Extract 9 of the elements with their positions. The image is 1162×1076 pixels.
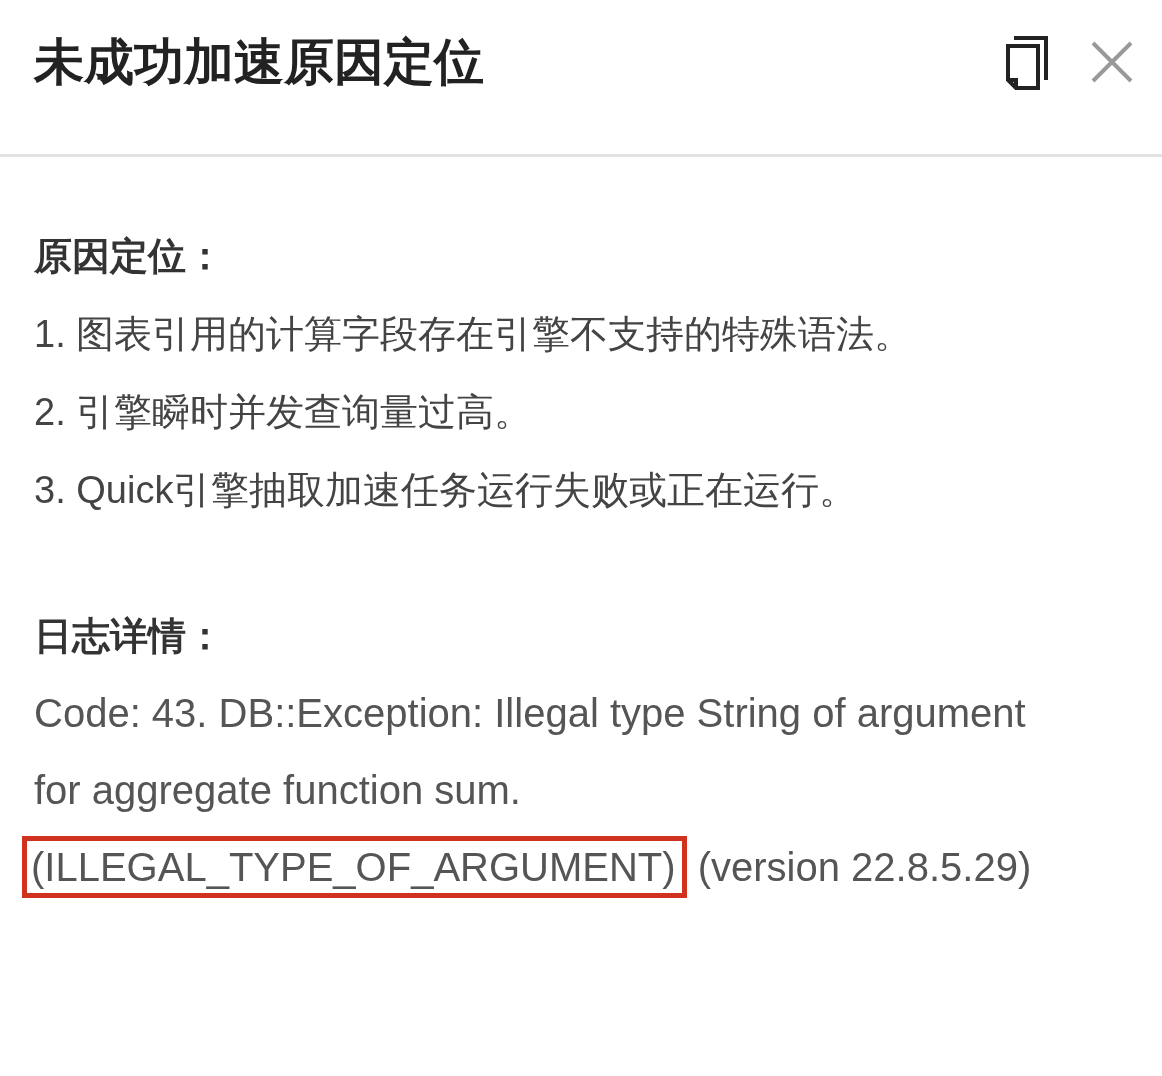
cause-item: 3. Quick引擎抽取加速任务运行失败或正在运行。: [34, 468, 859, 513]
cause-item: 2. 引擎瞬时并发查询量过高。: [34, 390, 534, 435]
highlighted-text: (ILLEGAL_TYPE_OF_ARGUMENT): [22, 836, 687, 898]
section-heading: 日志详情：: [34, 614, 225, 659]
section-heading: 原因定位：: [34, 234, 225, 279]
cause-item: 1. 图表引用的计算字段存在引擎不支持的特殊语法。: [34, 312, 914, 357]
log-text: Code: 43. DB::Exception: Illegal type String of argument for aggregate function sum.: [34, 691, 1026, 812]
log-text: (version 22.8.5.29): [697, 845, 1032, 889]
dialog-title: 未成功加速原因定位: [34, 32, 485, 92]
